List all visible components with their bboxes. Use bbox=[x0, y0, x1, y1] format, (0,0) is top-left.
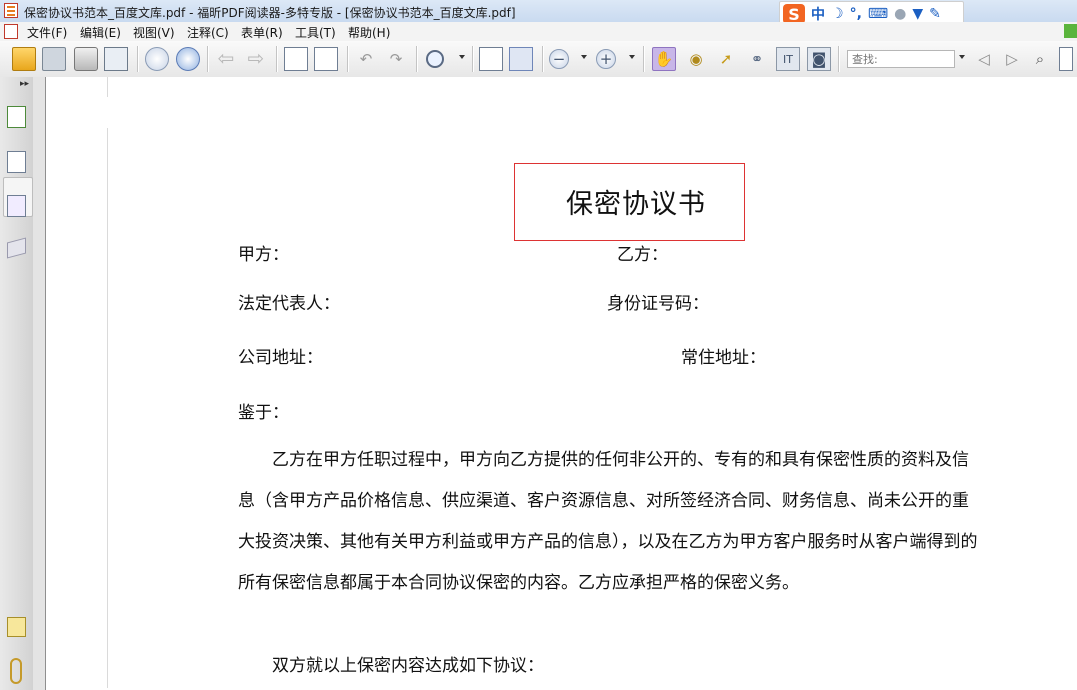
back-arrow-icon[interactable]: ⇦ bbox=[214, 47, 238, 71]
menu-edit[interactable]: 编辑(E) bbox=[80, 24, 121, 41]
status-indicator bbox=[1064, 24, 1077, 38]
margin-marker bbox=[107, 128, 108, 688]
toolbar-separator bbox=[416, 46, 417, 72]
sogou-logo-icon[interactable]: S bbox=[783, 4, 805, 24]
search-dropdown-arrow[interactable] bbox=[959, 55, 965, 59]
redo-icon[interactable]: ↷ bbox=[384, 47, 408, 71]
save-icon[interactable] bbox=[42, 47, 66, 71]
search-magnifier-icon[interactable]: ⌕ bbox=[1028, 47, 1052, 71]
document-title: 保密协议书 bbox=[566, 189, 706, 220]
zoom-dropdown-arrow[interactable] bbox=[459, 55, 465, 59]
zoom-out-dropdown-arrow[interactable] bbox=[581, 55, 587, 59]
paragraph-line: 息（含甲方产品价格信息、供应渠道、客户资源信息、对所签经济合同、财务信息、尚未公… bbox=[238, 491, 969, 511]
search-input[interactable] bbox=[847, 50, 955, 68]
app-icon[interactable] bbox=[4, 3, 18, 18]
email-icon[interactable] bbox=[104, 47, 128, 71]
text-select-icon[interactable]: IT bbox=[776, 47, 800, 71]
party-a-label: 甲方： bbox=[238, 245, 289, 265]
id-number-label: 身份证号码： bbox=[607, 294, 709, 314]
legal-representative-label: 法定代表人： bbox=[238, 294, 340, 314]
toolbar-separator bbox=[838, 46, 839, 72]
paragraph-line: 乙方在甲方任职过程中，甲方向乙方提供的任何非公开的、专有的和具有保密性质的资料及… bbox=[238, 450, 969, 470]
moon-icon[interactable]: ☽ bbox=[831, 6, 844, 22]
toolbar-separator bbox=[137, 46, 138, 72]
binoculars-icon[interactable]: ⚭ bbox=[745, 47, 769, 71]
margin-marker bbox=[107, 77, 108, 97]
zoom-in-icon[interactable]: + bbox=[596, 49, 616, 69]
ime-mode-label[interactable]: 中 bbox=[811, 4, 825, 24]
whereas-label: 鉴于： bbox=[238, 403, 289, 423]
next-page-icon[interactable] bbox=[176, 47, 200, 71]
window-title: 保密协议书范本_百度文库.pdf - 福昕PDF阅读器-多特专版 - [保密协议… bbox=[24, 6, 516, 20]
forward-arrow-icon[interactable]: ⇨ bbox=[244, 47, 268, 71]
agreement-heading: 双方就以上保密内容达成如下协议： bbox=[238, 656, 544, 676]
find-next-icon[interactable]: ▷ bbox=[1000, 47, 1024, 71]
menu-file[interactable]: 文件(F) bbox=[27, 24, 67, 41]
hand-tool-icon[interactable]: ✋ bbox=[652, 47, 676, 71]
previous-page-icon[interactable] bbox=[145, 47, 169, 71]
toolbar-separator bbox=[276, 46, 277, 72]
extract-page-icon[interactable] bbox=[284, 47, 308, 71]
menu-view[interactable]: 视图(V) bbox=[133, 24, 175, 41]
comments-icon[interactable] bbox=[7, 617, 26, 637]
menu-form[interactable]: 表单(R) bbox=[241, 24, 283, 41]
print-icon[interactable] bbox=[74, 47, 98, 71]
find-previous-icon[interactable]: ◁ bbox=[972, 47, 996, 71]
sidebar-gutter bbox=[33, 77, 45, 690]
toolbar-separator bbox=[472, 46, 473, 72]
confidentiality-paragraph: 乙方在甲方任职过程中，甲方向乙方提供的任何非公开的、专有的和具有保密性质的资料及… bbox=[238, 440, 1038, 604]
glasses-icon[interactable]: ◉ bbox=[684, 47, 708, 71]
paragraph-line: 大投资决策、其他有关甲方利益或甲方产品的信息），以及在乙方为甲方客户服务时从客户… bbox=[238, 532, 978, 552]
undo-icon[interactable]: ↶ bbox=[354, 47, 378, 71]
toolbar-separator bbox=[542, 46, 543, 72]
collapse-sidebar-icon[interactable]: ▸▸ bbox=[20, 79, 29, 89]
pages-icon[interactable] bbox=[7, 151, 26, 173]
select-arrow-icon[interactable]: ➚ bbox=[714, 47, 738, 71]
zoom-in-tool-icon[interactable] bbox=[426, 50, 444, 68]
party-b-label: 乙方： bbox=[617, 245, 668, 265]
toolbar-separator bbox=[347, 46, 348, 72]
skin-icon[interactable]: ▼ bbox=[912, 6, 923, 22]
company-address-label: 公司地址： bbox=[238, 348, 323, 368]
zoom-out-icon[interactable]: − bbox=[549, 49, 569, 69]
attachments-icon[interactable] bbox=[10, 658, 22, 684]
snapshot-camera-icon[interactable]: ◙ bbox=[807, 47, 831, 71]
residence-address-label: 常住地址： bbox=[681, 348, 766, 368]
toolbar-separator bbox=[207, 46, 208, 72]
annotations-icon[interactable] bbox=[7, 195, 26, 217]
insert-page-icon[interactable] bbox=[314, 47, 338, 71]
keyboard-icon[interactable]: ⌨ bbox=[868, 6, 888, 22]
zoom-in-dropdown-arrow[interactable] bbox=[629, 55, 635, 59]
document-menu-icon[interactable] bbox=[4, 24, 18, 39]
fit-page-icon[interactable] bbox=[479, 47, 503, 71]
menu-tools[interactable]: 工具(T) bbox=[295, 24, 336, 41]
punctuation-icon[interactable]: °, bbox=[850, 6, 862, 22]
open-folder-icon[interactable] bbox=[12, 47, 36, 71]
bookmarks-icon[interactable] bbox=[7, 106, 26, 128]
menu-help[interactable]: 帮助(H) bbox=[348, 24, 390, 41]
toolbar: ⇦ ⇨ ↶ ↷ − + ✋ ◉ ➚ ⚭ IT ◙ ◁ ▷ ⌕ bbox=[0, 41, 1077, 78]
user-icon[interactable]: ● bbox=[894, 6, 906, 22]
fit-width-icon[interactable] bbox=[509, 47, 533, 71]
title-bar: 保密协议书范本_百度文库.pdf - 福昕PDF阅读器-多特专版 - [保密协议… bbox=[0, 0, 1077, 27]
toolbar-separator bbox=[643, 46, 644, 72]
paragraph-line: 所有保密信息都属于本合同协议保密的内容。乙方应承担严格的保密义务。 bbox=[238, 573, 799, 593]
wrench-icon[interactable]: ✎ bbox=[929, 6, 941, 22]
menu-comment[interactable]: 注释(C) bbox=[187, 24, 229, 41]
more-tools-icon[interactable] bbox=[1059, 47, 1073, 71]
menu-bar: 文件(F) 编辑(E) 视图(V) 注释(C) 表单(R) 工具(T) 帮助(H… bbox=[0, 22, 1077, 42]
